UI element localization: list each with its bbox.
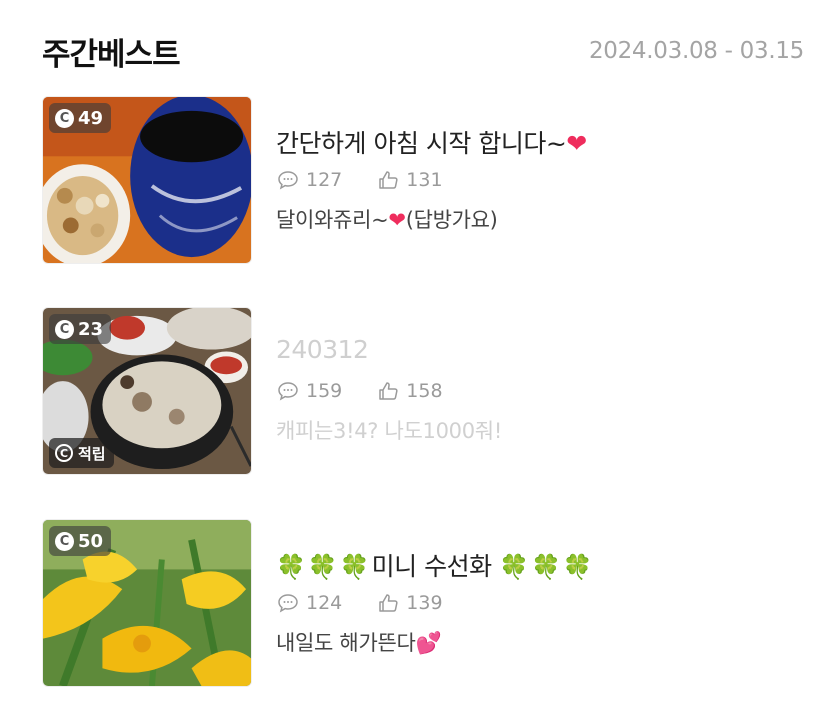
accumulation-badge: C 적립 [49, 438, 114, 468]
thumbs-up-icon [379, 382, 398, 400]
post-content[interactable]: 🍀🍀🍀미니 수선화 🍀🍀🍀 124 139 내일도 해가뜬다💕 [276, 519, 802, 687]
post-preview: 달이와쥬리~❤(답방가요) [276, 204, 498, 234]
like-count: 131 [406, 169, 443, 191]
comment-stat: 124 [276, 591, 342, 615]
weekly-best-header: 주간베스트 2024.03.08 - 03.15 [42, 26, 804, 76]
post-content[interactable]: 간단하게 아침 시작 합니다~❤ 127 131 달이와쥬리~❤(답방가요) [276, 96, 802, 264]
comment-count: 127 [306, 169, 343, 191]
clover-emoji: 🍀🍀🍀 [499, 553, 595, 581]
post-thumbnail[interactable]: C 49 [42, 96, 252, 264]
heart-emoji: ❤ [566, 129, 587, 158]
pink-hearts-emoji: 💕 [415, 631, 442, 655]
coin-badge: C 50 [49, 526, 112, 556]
post-title[interactable]: 240312 [276, 335, 369, 364]
accum-label: 적립 [78, 444, 106, 463]
clover-emoji: 🍀🍀🍀 [276, 553, 372, 581]
post-content[interactable]: 240312 159 158 캐피는3!4? 나도1000줘! [276, 307, 802, 475]
comment-count: 124 [306, 592, 343, 614]
like-count: 139 [406, 592, 443, 614]
like-stat: 158 [376, 379, 443, 403]
comment-stat: 159 [276, 379, 342, 403]
like-stat: 139 [376, 591, 443, 615]
thumbs-up-icon [379, 171, 398, 189]
post-item[interactable]: C 49 간단하게 아침 시작 합니다~❤ 127 131 달이와쥬리~❤(답방… [42, 96, 802, 266]
post-title-text: 미니 수선화 [371, 552, 500, 581]
post-title[interactable]: 간단하게 아침 시작 합니다~❤ [276, 124, 587, 160]
post-stats: 124 139 [276, 591, 477, 615]
coin-c-icon: C [55, 531, 74, 551]
like-stat: 131 [376, 168, 443, 192]
post-stats: 127 131 [276, 168, 477, 192]
post-stats: 159 158 [276, 379, 477, 403]
thumbs-up-icon [379, 594, 398, 612]
comment-bubble-icon [278, 594, 298, 613]
comment-stat: 127 [276, 168, 342, 192]
preview-text: 달이와쥬리~ [276, 208, 389, 232]
coin-count: 23 [78, 318, 104, 340]
comment-bubble-icon [278, 382, 298, 401]
comment-bubble-icon [278, 171, 298, 190]
post-title[interactable]: 🍀🍀🍀미니 수선화 🍀🍀🍀 [276, 547, 595, 583]
post-preview: 내일도 해가뜬다💕 [276, 627, 442, 657]
post-thumbnail[interactable]: C 23 C 적립 [42, 307, 252, 475]
preview-tail: (답방가요) [405, 208, 498, 232]
section-title: 주간베스트 [42, 36, 181, 73]
post-preview: 캐피는3!4? 나도1000줘! [276, 419, 502, 443]
preview-text: 내일도 해가뜬다 [276, 631, 416, 655]
post-title-text: 간단하게 아침 시작 합니다~ [276, 129, 567, 158]
comment-count: 159 [306, 380, 343, 402]
post-item[interactable]: C 50 🍀🍀🍀미니 수선화 🍀🍀🍀 124 139 내일도 해가뜬다💕 [42, 519, 802, 689]
post-thumbnail[interactable]: C 50 [42, 519, 252, 687]
coin-c-icon: C [55, 319, 74, 339]
coin-badge: C 23 [49, 314, 112, 344]
like-count: 158 [406, 380, 443, 402]
coin-badge: C 49 [49, 103, 112, 133]
coin-c-icon: C [55, 108, 74, 128]
coin-count: 49 [78, 107, 104, 129]
heart-emoji: ❤ [388, 208, 406, 232]
post-item[interactable]: C 23 C 적립 240312 159 158 캐피는3!4? 나도1000줘… [42, 307, 802, 477]
c-circle-icon: C [55, 444, 73, 462]
date-range: 2024.03.08 - 03.15 [588, 38, 804, 64]
coin-count: 50 [78, 530, 104, 552]
